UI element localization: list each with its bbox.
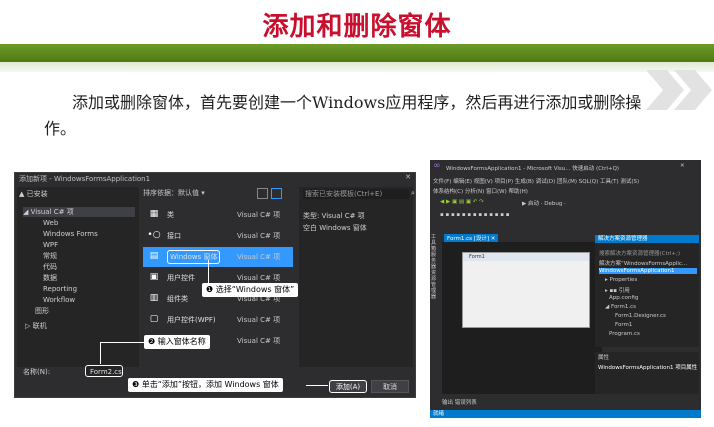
interface-icon: •○ [147, 230, 161, 240]
callout-leader [306, 385, 328, 386]
template-name: Windows 窗体 [167, 250, 221, 264]
callout-step-3: ❸ 单击“添加”按钮，添加 Windows 窗体 [128, 378, 283, 392]
template-name: 接口 [167, 232, 181, 240]
solution-explorer-title: 解决方案资源管理器 [595, 235, 699, 243]
add-button[interactable]: 添加(A) [329, 380, 367, 393]
tree-item-code[interactable]: 代码 [43, 262, 57, 272]
windows-form-icon: ▤ [149, 251, 159, 261]
solution-item[interactable]: Form1 [615, 322, 632, 328]
tree-item-reporting[interactable]: Reporting [43, 284, 77, 294]
tree-item-data[interactable]: 数据 [43, 273, 57, 283]
name-label: 名称(N): [23, 368, 51, 376]
user-control-icon: ▣ [149, 272, 159, 282]
name-field[interactable]: Form2.cs [85, 365, 123, 377]
sort-select[interactable]: 默认值 [178, 189, 199, 197]
vs-title: WindowsFormsApplication1 - Microsoft Vis… [446, 166, 620, 172]
form-designer: Form1 [442, 242, 602, 394]
solution-item[interactable]: App.config [609, 295, 638, 301]
sort-label: 排序依据： [143, 189, 178, 197]
start-debug-button[interactable]: ▶ 启动 · Debug · [522, 199, 566, 207]
detail-description: 空白 Windows 窗体 [303, 224, 367, 232]
layout-toolbar-icons[interactable]: ▪ ▪ ▪ ▪ ▪ ▪ ▪ ▪ ▪ ▪ ▪ ▪ ▪ [440, 212, 509, 218]
component-icon: ▥ [149, 293, 159, 303]
callout-leader [100, 342, 144, 343]
solution-explorer: 解决方案资源管理器 搜索解决方案资源管理器(Ctrl+;) 解决方案“Windo… [595, 235, 699, 347]
solution-item[interactable]: 解决方案“WindowsFormsApplic... [599, 259, 687, 267]
wpf-control-icon: ▢ [149, 314, 159, 324]
installed-node[interactable]: ▲ 已安装 [19, 189, 48, 199]
template-name: 用户控件(WPF) [167, 316, 216, 324]
dialog-title: 添加新项 - WindowsFormsApplication1 [15, 173, 415, 185]
template-type: Visual C# 项 [237, 316, 281, 324]
template-detail-pane: 搜索已安装模板(Ctrl+E) ⌕ 类型: Visual C# 项 空白 Win… [299, 187, 415, 367]
vs-menu-bar-2[interactable]: 体系结构(C) 分析(N) 窗口(W) 帮助(H) [433, 187, 528, 195]
vs-side-tabs[interactable]: 工具箱 服务器资源管理器 [430, 230, 440, 394]
template-name: 用户控件 [167, 274, 195, 282]
template-item[interactable]: ▦ 类 Visual C# 项 [143, 205, 293, 225]
callout-step-2: ❷ 输入窗体名称 [144, 335, 210, 349]
template-type: Visual C# 项 [237, 253, 281, 261]
intro-paragraph: 添加或删除窗体，首先要创建一个Windows应用程序，然后再进行添加或删除操作。 [44, 93, 642, 138]
status-bar: 就绪 [430, 410, 701, 418]
tree-item-wpf[interactable]: WPF [43, 240, 58, 250]
solution-item[interactable]: ▸ Properties [605, 277, 637, 283]
tree-item-online[interactable]: ▷ 联机 [25, 321, 47, 331]
form-title: Form1 [463, 253, 589, 261]
solution-search-input[interactable]: 搜索解决方案资源管理器(Ctrl+;) [599, 249, 680, 257]
template-name: 组件类 [167, 295, 188, 303]
category-tree: ▲ 已安装 ◢ Visual C# 项 Web Windows Forms WP… [17, 187, 139, 367]
solution-item[interactable]: ◢ Form1.cs [605, 304, 636, 310]
search-input[interactable]: 搜索已安装模板(Ctrl+E) [303, 189, 409, 199]
solution-item[interactable]: Program.cs [609, 331, 640, 337]
tree-item-windows-forms[interactable]: Windows Forms [43, 229, 98, 239]
tree-item-general[interactable]: 常规 [43, 251, 57, 261]
vs-logo-icon: ∞ [433, 161, 441, 171]
close-icon[interactable]: ✕ [680, 163, 685, 169]
properties-pane: 属性 WindowsFormsApplication1 项目属性 [595, 352, 699, 394]
solution-item[interactable]: Form1.Designer.cs [615, 313, 666, 319]
header-band [0, 44, 714, 62]
visual-studio-window: ∞ WindowsFormsApplication1 - Microsoft V… [430, 160, 701, 418]
template-type: Visual C# 项 [237, 211, 281, 219]
close-icon[interactable]: ✕ [405, 173, 411, 181]
solution-item-project[interactable]: WindowsFormsApplication1 [599, 268, 697, 274]
tree-item-web[interactable]: Web [43, 218, 58, 228]
slide-title: 添加和删除窗体 [262, 12, 452, 42]
solution-item[interactable]: ▸ ▪▪ 引用 [605, 286, 630, 294]
bottom-tabs[interactable]: 输出 错误列表 [442, 398, 477, 406]
class-icon: ▦ [149, 209, 159, 219]
template-item[interactable]: •○ 接口 Visual C# 项 [143, 226, 293, 246]
side-tab-label[interactable]: 工具箱 服务器资源管理器 [431, 234, 439, 300]
properties-object[interactable]: WindowsFormsApplication1 项目属性 [598, 363, 697, 371]
callout-leader [100, 342, 101, 364]
sort-bar: 排序依据：默认值 ▾ [143, 187, 297, 199]
chevron-down-icon[interactable]: ▾ [199, 189, 205, 197]
template-type: Visual C# 项 [237, 232, 281, 240]
grid-view-icon[interactable] [257, 188, 268, 199]
tree-item-workflow[interactable]: Workflow [43, 295, 75, 305]
template-item-windows-form[interactable]: ▤ Windows 窗体 Visual C# 项 [143, 247, 293, 267]
template-type: Visual C# 项 [237, 337, 281, 345]
form1-preview[interactable]: Form1 [462, 252, 590, 328]
toolbar-icons[interactable]: ◀ ▶ ▣ ▤ ▣ ↶ ↷ [440, 199, 484, 205]
tab-form1-design[interactable]: Form1.cs [设计] ✕ [444, 234, 499, 242]
vs-menu-bar[interactable]: 文件(F) 编辑(E) 视图(V) 项目(P) 生成(B) 调试(D) 团队(M… [433, 177, 639, 185]
detail-type: 类型: Visual C# 项 [303, 212, 365, 220]
tree-item-graphics[interactable]: 图形 [35, 306, 49, 316]
search-icon[interactable]: ⌕ [411, 189, 415, 198]
header-band-light [0, 62, 714, 72]
chevron-arrow-icon [646, 70, 684, 110]
properties-title: 属性 [598, 355, 610, 361]
list-view-icon[interactable] [271, 188, 282, 199]
tree-item-visual-csharp[interactable]: ◢ Visual C# 项 [23, 207, 135, 217]
callout-step-1: ❶ 选择“Windows 窗体” [202, 283, 299, 297]
template-name: 类 [167, 211, 174, 219]
template-item[interactable]: ▢ 用户控件(WPF) Visual C# 项 [143, 310, 293, 330]
cancel-button[interactable]: 取消 [371, 380, 409, 393]
